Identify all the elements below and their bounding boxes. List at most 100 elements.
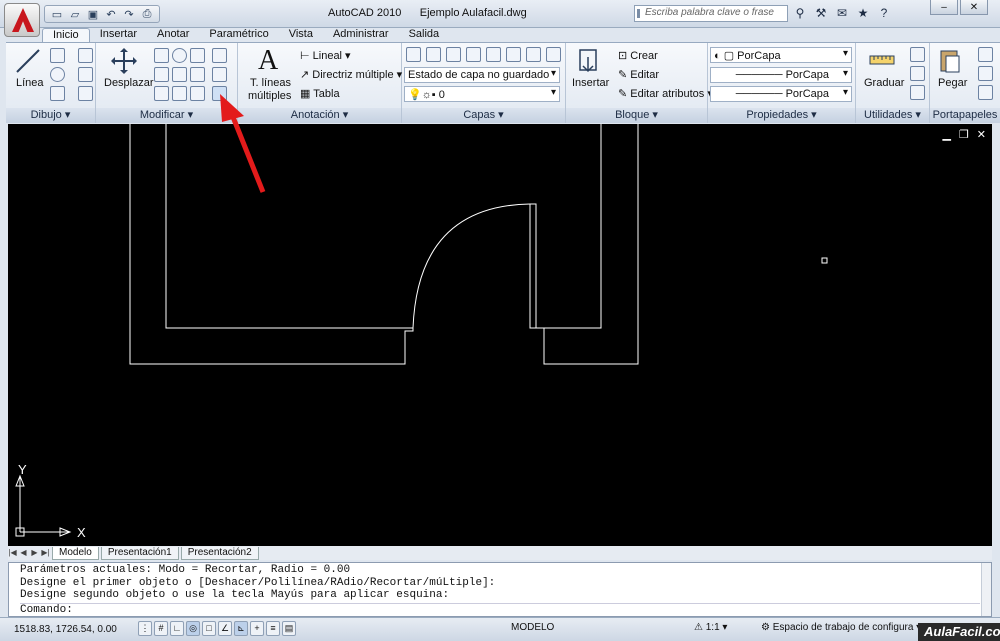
linea-button[interactable]: Línea bbox=[16, 77, 44, 89]
panel-title-propiedades[interactable]: Propiedades ▾ bbox=[708, 108, 855, 123]
command-scrollbar[interactable] bbox=[981, 563, 991, 616]
workspace-switcher[interactable]: ⚙ Espacio de trabajo de configura ▾ bbox=[761, 622, 921, 633]
paste-icon[interactable] bbox=[936, 47, 964, 75]
line-icon[interactable] bbox=[14, 47, 42, 75]
lineweight-toggle-icon[interactable]: ≡ bbox=[266, 621, 280, 636]
first-tab-icon[interactable]: |◀ bbox=[8, 548, 17, 558]
calculator-icon[interactable] bbox=[910, 85, 925, 100]
erase-icon[interactable] bbox=[212, 48, 227, 63]
layer-off-icon[interactable] bbox=[486, 47, 501, 62]
move-icon[interactable] bbox=[110, 47, 138, 75]
hatch-icon[interactable] bbox=[78, 86, 93, 101]
polyline-icon[interactable] bbox=[50, 48, 65, 63]
command-window[interactable]: Parámetros actuales: Modo = Recortar, Ra… bbox=[8, 562, 992, 617]
color-select[interactable]: ◐ ▢ PorCapa bbox=[710, 47, 852, 63]
editar-button[interactable]: ✎ Editar bbox=[618, 68, 659, 81]
next-tab-icon[interactable]: ▶ bbox=[30, 548, 39, 558]
panel-title-anotacion[interactable]: Anotación ▾ bbox=[238, 108, 401, 123]
help-icon[interactable]: ? bbox=[875, 4, 893, 22]
insert-block-icon[interactable] bbox=[574, 47, 602, 75]
last-tab-icon[interactable]: ▶| bbox=[41, 548, 50, 558]
panel-title-utilidades[interactable]: Utilidades ▾ bbox=[856, 108, 929, 123]
editar-atributos-button[interactable]: ✎ Editar atributos ▾ bbox=[618, 87, 713, 100]
tab-insertar[interactable]: Insertar bbox=[90, 28, 147, 42]
tab-presentacion2[interactable]: Presentación2 bbox=[180, 546, 259, 560]
pegar-button[interactable]: Pegar bbox=[938, 77, 967, 89]
communication-icon[interactable]: ✉ bbox=[833, 4, 851, 22]
close-icon[interactable]: ✕ bbox=[960, 0, 988, 15]
prev-tab-icon[interactable]: ◀ bbox=[19, 548, 28, 558]
stretch-icon[interactable] bbox=[154, 67, 169, 82]
fillet-icon[interactable] bbox=[154, 86, 169, 101]
panel-title-dibujo[interactable]: Dibujo ▾ bbox=[6, 108, 95, 123]
annotation-scale[interactable]: ⚠ 1:1 ▾ bbox=[694, 622, 727, 633]
tlineas-label-2[interactable]: múltiples bbox=[248, 90, 291, 102]
redo-icon[interactable]: ↷ bbox=[121, 7, 137, 21]
application-menu-button[interactable] bbox=[4, 3, 40, 37]
quick-select-icon[interactable] bbox=[910, 47, 925, 62]
explode-icon[interactable] bbox=[212, 67, 227, 82]
layer-state-icon[interactable] bbox=[426, 47, 441, 62]
panel-title-capas[interactable]: Capas ▾ bbox=[402, 108, 565, 123]
id-point-icon[interactable] bbox=[910, 66, 925, 81]
save-icon[interactable]: ▣ bbox=[85, 7, 101, 21]
dyn-toggle-icon[interactable]: + bbox=[250, 621, 264, 636]
layer-freeze-icon[interactable] bbox=[466, 47, 481, 62]
qp-toggle-icon[interactable]: ▤ bbox=[282, 621, 296, 636]
arc-icon[interactable] bbox=[50, 86, 65, 101]
minimize-icon[interactable]: – bbox=[930, 0, 958, 15]
insertar-button[interactable]: Insertar bbox=[572, 77, 609, 89]
tabla-button[interactable]: ▦ Tabla bbox=[300, 87, 340, 100]
search-input[interactable]: Escriba palabra clave o frase bbox=[634, 5, 788, 22]
tab-anotar[interactable]: Anotar bbox=[147, 28, 199, 42]
rotate-icon[interactable] bbox=[172, 48, 187, 63]
tab-parametrico[interactable]: Paramétrico bbox=[199, 28, 278, 42]
graduar-button[interactable]: Graduar bbox=[864, 77, 904, 89]
tab-inicio[interactable]: Inicio bbox=[42, 28, 90, 42]
layer-isolate-icon[interactable] bbox=[446, 47, 461, 62]
layer-state-select[interactable]: Estado de capa no guardado bbox=[404, 67, 560, 83]
chamfer-icon[interactable] bbox=[212, 86, 227, 101]
ducs-toggle-icon[interactable]: ⊾ bbox=[234, 621, 248, 636]
otrack-toggle-icon[interactable]: ∠ bbox=[218, 621, 232, 636]
text-icon[interactable]: A bbox=[258, 45, 278, 77]
scale-icon[interactable] bbox=[172, 67, 187, 82]
open-icon[interactable]: ▱ bbox=[67, 7, 83, 21]
tab-salida[interactable]: Salida bbox=[399, 28, 450, 42]
copy-icon[interactable] bbox=[154, 48, 169, 63]
offset-icon[interactable] bbox=[190, 86, 205, 101]
rectangle-icon[interactable] bbox=[78, 67, 93, 82]
layer-lock-icon[interactable] bbox=[506, 47, 521, 62]
match-properties-icon[interactable] bbox=[978, 85, 993, 100]
circle-icon[interactable] bbox=[50, 67, 65, 82]
star-icon[interactable]: ★ bbox=[854, 4, 872, 22]
linetype-select[interactable]: ────── PorCapa bbox=[710, 67, 852, 83]
model-space-button[interactable]: MODELO bbox=[511, 622, 554, 633]
tlineas-label-1[interactable]: T. líneas bbox=[250, 77, 291, 89]
grid-toggle-icon[interactable]: # bbox=[154, 621, 168, 636]
mirror-icon[interactable] bbox=[190, 67, 205, 82]
panel-title-bloque[interactable]: Bloque ▾ bbox=[566, 108, 707, 123]
desplazar-button[interactable]: Desplazar bbox=[104, 77, 154, 89]
trim-icon[interactable] bbox=[190, 48, 205, 63]
panel-title-portapapeles[interactable]: Portapapeles bbox=[930, 108, 1000, 123]
drawing-canvas[interactable]: ▁ ❐ ✕ Y X bbox=[8, 124, 992, 546]
undo-arc-icon[interactable] bbox=[78, 48, 93, 63]
panel-title-modificar[interactable]: Modificar ▾ bbox=[96, 108, 237, 123]
directriz-button[interactable]: ↗ Directriz múltiple ▾ bbox=[300, 68, 402, 81]
copy-clip-icon[interactable] bbox=[978, 66, 993, 81]
tab-modelo[interactable]: Modelo bbox=[52, 546, 99, 560]
wrench-icon[interactable]: ⚒ bbox=[812, 4, 830, 22]
polar-toggle-icon[interactable]: ◎ bbox=[186, 621, 200, 636]
cut-icon[interactable] bbox=[978, 47, 993, 62]
print-icon[interactable]: ⎙ bbox=[139, 7, 155, 21]
lineweight-select[interactable]: ────── PorCapa bbox=[710, 86, 852, 102]
ortho-toggle-icon[interactable]: ∟ bbox=[170, 621, 184, 636]
command-prompt[interactable]: Comando: bbox=[20, 602, 980, 617]
tab-administrar[interactable]: Administrar bbox=[323, 28, 399, 42]
layer-previous-icon[interactable] bbox=[546, 47, 561, 62]
tab-vista[interactable]: Vista bbox=[279, 28, 323, 42]
crear-button[interactable]: ⊡ Crear bbox=[618, 49, 658, 62]
snap-toggle-icon[interactable]: ⋮ bbox=[138, 621, 152, 636]
layer-properties-icon[interactable] bbox=[406, 47, 421, 62]
